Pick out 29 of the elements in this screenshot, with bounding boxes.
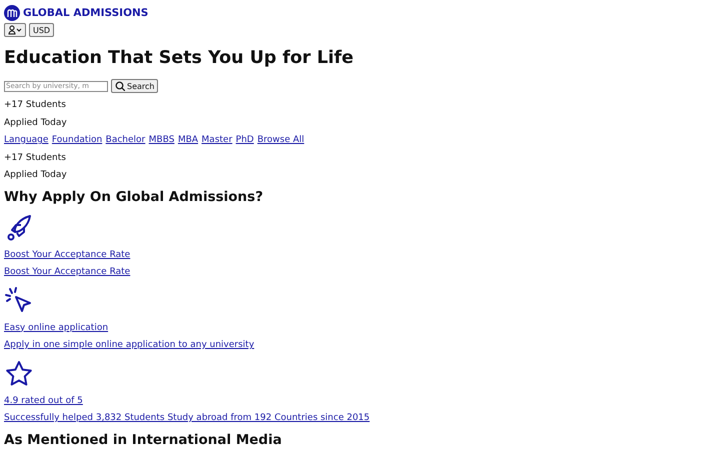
brand-name: GLOBAL ADMISSIONS xyxy=(23,6,148,18)
program-link[interactable]: Language xyxy=(4,132,48,150)
feature-text-link[interactable]: Boost Your Acceptance Rate xyxy=(4,267,130,277)
section-title: Why Apply On Global Admissions? xyxy=(4,188,264,206)
program-link[interactable]: Browse All xyxy=(257,132,304,150)
program-link[interactable]: Bachelor xyxy=(106,132,146,150)
stat-text: Applied Today xyxy=(4,116,68,130)
program-link[interactable]: Master xyxy=(202,132,232,150)
search-button[interactable]: Search xyxy=(111,79,158,93)
account-button[interactable] xyxy=(4,23,26,37)
user-icon xyxy=(8,25,22,35)
stat-text: Applied Today xyxy=(4,169,68,182)
feature-title-link[interactable]: Boost Your Acceptance Rate xyxy=(4,250,130,260)
section-title: As Mentioned in International Media xyxy=(4,430,283,450)
feature-title-link[interactable]: Easy online application xyxy=(4,322,108,332)
hero-title: Education That Sets You Up for Life xyxy=(4,47,355,69)
program-link[interactable]: MBA xyxy=(178,132,198,150)
star-icon xyxy=(4,358,34,388)
program-link[interactable]: Foundation xyxy=(52,132,102,150)
program-link[interactable]: MBBS xyxy=(148,132,174,150)
feature-title-link[interactable]: 4.9 rated out of 5 xyxy=(4,396,83,406)
feature-text-link[interactable]: Apply in one simple online application to any university xyxy=(4,340,254,350)
logo-icon xyxy=(4,4,20,20)
feature-text-link[interactable]: Successfully helped 3,832 Students Study abroad from 192 Countries since 2015 xyxy=(4,413,370,423)
search-icon xyxy=(115,81,125,91)
program-link[interactable]: PhD xyxy=(236,132,254,150)
currency-button[interactable]: USD xyxy=(29,23,54,37)
stat-text: +17 Students xyxy=(4,99,67,112)
stat-text: +17 Students xyxy=(4,152,67,164)
